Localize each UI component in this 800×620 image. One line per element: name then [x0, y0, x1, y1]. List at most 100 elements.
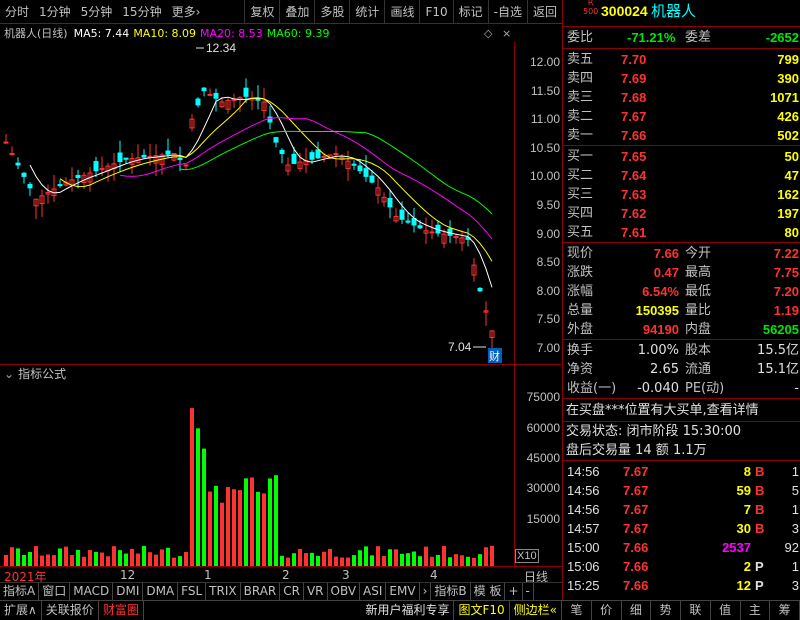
indicator-tab-17[interactable]: - — [523, 583, 534, 600]
rzrq-badge: R 500 — [583, 0, 598, 16]
tab-5min[interactable]: 5分钟 — [76, 0, 118, 24]
volume-bar — [274, 475, 278, 566]
panel-tab-1[interactable]: 价 — [592, 601, 622, 620]
ask-row[interactable]: 卖五 7.70 799 — [563, 50, 800, 69]
candle-body — [21, 172, 27, 177]
volume-bar — [190, 408, 194, 566]
volume-bar — [16, 548, 20, 566]
collapse-icon[interactable]: ⌄ — [4, 367, 14, 381]
indicator-tab-4[interactable]: DMA — [143, 583, 179, 600]
ask-row[interactable]: 卖三 7.68 1071 — [563, 88, 800, 107]
indicator-tab-12[interactable]: EMV — [386, 583, 420, 600]
volume-bar — [238, 490, 242, 566]
ask-row[interactable]: 卖一 7.66 502 — [563, 126, 800, 145]
indicator-tab-7[interactable]: BRAR — [241, 583, 281, 600]
panel-tab-2[interactable]: 细 — [622, 601, 652, 620]
volume-bar — [244, 478, 248, 566]
indicator-tab-16[interactable]: + — [505, 583, 523, 600]
volume-unit-label: X10 — [515, 549, 539, 563]
indicator-tab-13[interactable]: › — [420, 583, 432, 600]
panel-tab-5[interactable]: 值 — [711, 601, 741, 620]
ask-row[interactable]: 卖二 7.67 426 — [563, 107, 800, 126]
kline-chart[interactable]: 12.34 7.04 财 — [0, 42, 514, 364]
big-order-notice[interactable]: 在买盘***位置有大买单,查看详情 — [563, 401, 800, 420]
tick-time: 15:00 — [567, 540, 600, 555]
related-quotes-button[interactable]: 关联报价 — [42, 601, 99, 620]
panel-tab-7[interactable]: 筹 — [770, 601, 800, 620]
tab-15min[interactable]: 15分钟 — [117, 0, 166, 24]
indicator-title[interactable]: 指标公式 — [18, 365, 66, 382]
fund-label: 换手 — [567, 343, 594, 358]
bottom-bar: 扩展∧ 关联报价 财富圈 新用户福利专享 图文F10 侧边栏« 笔价细势联值主筹 — [0, 600, 800, 620]
candle-body — [333, 153, 339, 156]
tick-side: B — [755, 483, 765, 498]
indicator-tab-5[interactable]: FSL — [178, 583, 207, 600]
tab-intraday[interactable]: 分时 — [0, 0, 34, 24]
bid-row[interactable]: 买三 7.63 162 — [563, 185, 800, 204]
sidebar-toggle-button[interactable]: 侧边栏« — [510, 601, 562, 620]
volume-bar — [298, 548, 302, 566]
indicator-tab-2[interactable]: MACD — [70, 583, 114, 600]
candle-body — [369, 175, 375, 183]
indicator-tab-1[interactable]: 窗口 — [39, 583, 71, 600]
tab-more[interactable]: 更多› — [167, 0, 206, 24]
volume-bar — [76, 549, 80, 566]
volume-bar — [484, 547, 488, 566]
bid-row[interactable]: 买四 7.62 197 — [563, 204, 800, 223]
mark-button[interactable]: 标记 — [452, 0, 488, 24]
adjust-button[interactable]: 复权 — [244, 0, 279, 24]
indicator-tab-15[interactable]: 模 板 — [471, 583, 506, 600]
ma10-label: MA10: 8.09 — [133, 26, 197, 40]
panel-tab-4[interactable]: 联 — [681, 601, 711, 620]
draw-line-button[interactable]: 画线 — [384, 0, 419, 24]
panel-tab-0[interactable]: 笔 — [562, 601, 592, 620]
volume-bar — [100, 552, 104, 566]
bid-row[interactable]: 买二 7.64 47 — [563, 166, 800, 185]
volume-bar — [382, 555, 386, 566]
indicator-tab-9[interactable]: VR — [304, 583, 328, 600]
volume-bar — [352, 555, 356, 566]
back-button[interactable]: 返回 — [526, 0, 562, 24]
indicator-tab-14[interactable]: 指标B — [431, 583, 471, 600]
bid-row[interactable]: 买五 7.61 80 — [563, 223, 800, 242]
after-hours: 盘后交易量 14 额 1.1万 — [566, 443, 707, 458]
remove-watchlist-button[interactable]: -自选 — [487, 0, 527, 24]
indicator-tab-0[interactable]: 指标A — [0, 583, 40, 600]
indicator-tab-8[interactable]: CR — [280, 583, 304, 600]
indicator-tab-6[interactable]: TRIX — [206, 583, 241, 600]
wealth-circle-button[interactable]: 财富圈 — [99, 601, 144, 620]
close-icon[interactable]: × — [502, 27, 511, 40]
volume-bar — [118, 550, 122, 566]
tick-price: 7.67 — [623, 464, 649, 479]
candle-body — [195, 98, 201, 106]
panel-tab-3[interactable]: 势 — [651, 601, 681, 620]
tick-row: 14:56 7.67 59 B 5 — [563, 481, 800, 500]
tick-count: 1 — [791, 559, 799, 574]
quote-label: 最低 — [685, 284, 712, 299]
candle-body — [357, 165, 363, 172]
multi-stock-button[interactable]: 多股 — [314, 0, 349, 24]
bid-row[interactable]: 买一 7.65 50 — [563, 147, 800, 166]
volume-bar — [250, 477, 254, 566]
candle-body — [363, 168, 369, 177]
ma60-line — [179, 130, 493, 215]
f10-button[interactable]: F10 — [419, 0, 452, 24]
indicator-tab-3[interactable]: DMI — [113, 583, 144, 600]
new-user-benefits-link[interactable]: 新用户福利专享 — [361, 601, 455, 620]
notice-text[interactable]: 在买盘***位置有大买单,查看详情 — [566, 401, 759, 420]
indicator-tab-11[interactable]: ASI — [360, 583, 387, 600]
overlay-button[interactable]: 叠加 — [279, 0, 314, 24]
f10-graphic-button[interactable]: 图文F10 — [454, 601, 510, 620]
tab-1min[interactable]: 1分钟 — [34, 0, 76, 24]
settings-diamond-icon[interactable]: ◇ — [484, 27, 492, 40]
statistics-button[interactable]: 统计 — [349, 0, 384, 24]
candle-body — [117, 152, 123, 163]
tick-price: 7.66 — [623, 540, 649, 555]
indicator-tab-10[interactable]: OBV — [328, 583, 361, 600]
ask-row[interactable]: 卖四 7.69 390 — [563, 69, 800, 88]
volume-chart[interactable] — [0, 382, 514, 566]
expand-button[interactable]: 扩展∧ — [0, 601, 42, 620]
price-tick: 9.50 — [536, 198, 560, 212]
panel-tab-6[interactable]: 主 — [741, 601, 771, 620]
candle-body — [27, 183, 33, 189]
